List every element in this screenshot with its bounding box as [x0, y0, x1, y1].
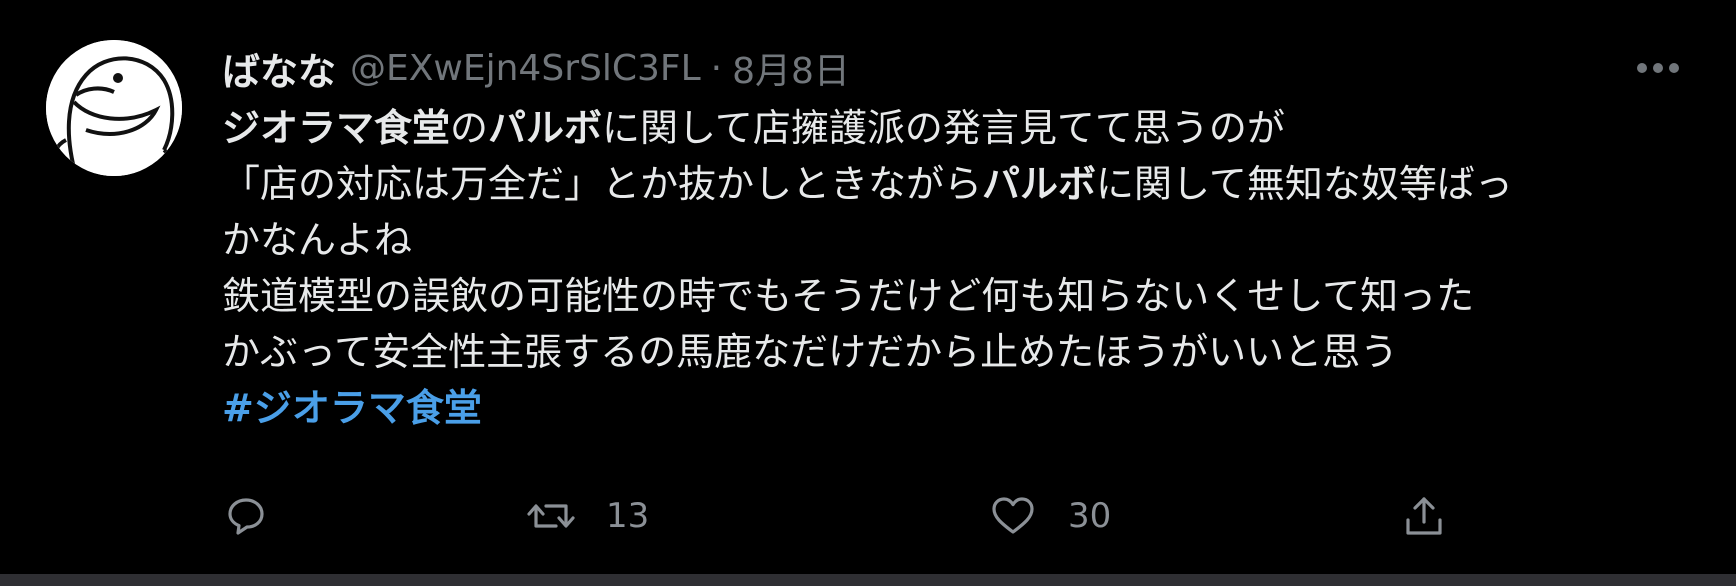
tweet-date[interactable]: 8月8日 [732, 42, 850, 94]
tweet-line-4: 鉄道模型の誤飲の可能性の時でもそうだけど何も知らないくせして知った [222, 274, 1475, 318]
bold-term: ジオラマ食堂 [222, 106, 451, 150]
like-button[interactable]: 30 [988, 488, 1111, 544]
avatar-drawing-icon [46, 40, 182, 176]
tweet-line-5: かぶって安全性主張するの馬鹿なだけだから止めたほうがいいと思う [222, 330, 1399, 374]
tweet-header: ばなな @EXwEjn4SrSlC3FL · 8月8日 [222, 40, 850, 96]
action-bar: 13 30 [222, 488, 1472, 544]
hashtag-link[interactable]: #ジオラマ食堂 [222, 380, 1692, 436]
tweet-line-2: 「店の対応は万全だ」とか抜かしときながらパルボに関して無知な奴等ばっ [222, 156, 1692, 212]
text-span: 「店の対応は万全だ」とか抜かしときながら [222, 162, 983, 206]
reply-button[interactable] [222, 488, 270, 544]
tweet-line-3: かなんよね [222, 218, 413, 262]
share-icon [1406, 497, 1442, 535]
retweet-button[interactable]: 13 [526, 488, 649, 544]
share-button[interactable] [1400, 488, 1448, 544]
tweet-line-1: ジオラマ食堂のパルボに関して店擁護派の発言見てて思うのが [222, 100, 1692, 156]
display-name[interactable]: ばなな [222, 41, 336, 96]
tweet-text: ジオラマ食堂のパルボに関して店擁護派の発言見てて思うのが 「店の対応は万全だ」と… [222, 100, 1692, 436]
retweet-count: 13 [606, 496, 650, 536]
like-count: 30 [1068, 496, 1112, 536]
bold-term: パルボ [982, 162, 1097, 206]
text-span: に関して無知な奴等ばっ [1096, 162, 1513, 206]
text-span: に関して店擁護派の発言見てて思うのが [602, 106, 1285, 150]
avatar[interactable] [46, 40, 182, 176]
text-span: の [450, 106, 489, 150]
tweet-card[interactable]: ばなな @EXwEjn4SrSlC3FL · 8月8日 ジオラマ食堂のパルボに関… [0, 0, 1736, 574]
bold-term: パルボ [488, 106, 603, 150]
heart-icon [992, 497, 1034, 534]
more-dots-icon [1637, 63, 1679, 73]
separator-dot: · [710, 47, 723, 89]
more-button[interactable] [1628, 54, 1688, 82]
retweet-icon [527, 504, 575, 528]
reply-icon [228, 498, 264, 535]
user-handle[interactable]: @EXwEjn4SrSlC3FL [350, 48, 701, 89]
